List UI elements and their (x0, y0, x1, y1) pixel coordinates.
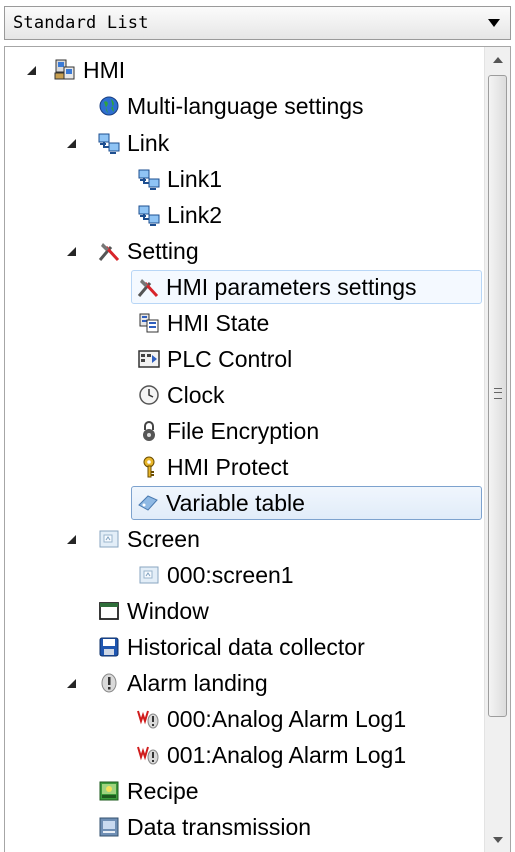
transmission-icon (97, 815, 121, 839)
tree-item-label: Link1 (167, 166, 222, 192)
tree-item-label: HMI State (167, 310, 270, 336)
network-icon (97, 131, 121, 155)
clock-icon (137, 383, 161, 407)
expand-arrow-icon[interactable] (67, 247, 76, 256)
vertical-scrollbar[interactable] (484, 47, 510, 852)
tree-item-alarm-landing[interactable]: Alarm landing (97, 666, 272, 700)
tree-item-plc-control[interactable]: PLC Control (137, 342, 296, 376)
tree-item-setting[interactable]: Setting (97, 234, 203, 268)
tree-item-hmi-state[interactable]: HMI State (137, 306, 273, 340)
lock-icon (137, 419, 161, 443)
tree-item-label: 000:screen1 (167, 562, 294, 588)
scroll-down-button[interactable] (485, 827, 510, 852)
tree-item-link2[interactable]: Link2 (137, 198, 226, 232)
globe-icon (97, 94, 121, 118)
tree-item-label: Variable table (166, 490, 305, 516)
expand-arrow-icon[interactable] (67, 679, 76, 688)
tree-item-file-encryption[interactable]: File Encryption (137, 414, 323, 448)
tree-item-link[interactable]: Link (97, 126, 173, 160)
tree-item-label: Link (127, 130, 170, 156)
arrow-down-icon (492, 837, 503, 843)
tools-icon (136, 275, 160, 299)
scroll-up-button[interactable] (485, 47, 510, 73)
screen-icon (137, 563, 161, 587)
tree-item-label: Multi-language settings (127, 93, 364, 119)
tree-item-window[interactable]: Window (97, 594, 213, 628)
tree-item-data-transmission[interactable]: Data transmission (97, 810, 315, 844)
tree-item-hmi[interactable]: HMI (53, 53, 129, 87)
screen-icon (97, 527, 121, 551)
key-icon (137, 455, 161, 479)
scrollbar-thumb[interactable] (488, 75, 507, 717)
alarm-log-icon (137, 743, 161, 767)
tree-item-recipe[interactable]: Recipe (97, 774, 203, 808)
window-icon (97, 599, 121, 623)
recipe-icon (97, 779, 121, 803)
tree-item-historical-data-collector[interactable]: Historical data collector (97, 630, 369, 664)
tree-item-label: Setting (127, 238, 199, 264)
tools-icon (97, 239, 121, 263)
project-tree[interactable]: HMI Multi-language settings Link Link1 L… (4, 46, 511, 852)
tree-item-label: Recipe (127, 778, 199, 804)
dropdown-label: Standard List (13, 13, 149, 33)
tree-item-label: Historical data collector (127, 634, 365, 660)
alarm-log-icon (137, 707, 161, 731)
list-view-dropdown[interactable]: Standard List (4, 6, 511, 40)
tree-item-variable-table[interactable]: Variable table (131, 486, 482, 520)
tag-icon (136, 491, 160, 515)
tree-item-multi-language[interactable]: Multi-language settings (97, 89, 368, 123)
chevron-down-icon[interactable] (488, 19, 500, 27)
network-icon (137, 167, 161, 191)
tree-item-label: Link2 (167, 202, 222, 228)
arrow-up-icon (492, 57, 503, 63)
tree-item-label: 000:Analog Alarm Log1 (167, 706, 407, 732)
network-icon (137, 203, 161, 227)
tree-item-label: HMI Protect (167, 454, 289, 480)
expand-arrow-icon[interactable] (67, 535, 76, 544)
plc-icon (137, 347, 161, 371)
state-icon (137, 311, 161, 335)
tree-item-label: PLC Control (167, 346, 293, 372)
tree-item-label: Screen (127, 526, 200, 552)
tree-item-label: HMI (83, 57, 126, 83)
tree-item-screen1[interactable]: 000:screen1 (137, 558, 298, 592)
expand-arrow-icon[interactable] (67, 139, 76, 148)
tree-item-alarm-log-001[interactable]: 001:Analog Alarm Log1 (137, 738, 410, 772)
tree-item-label: 001:Analog Alarm Log1 (167, 742, 407, 768)
alarm-icon (97, 671, 121, 695)
tree-item-alarm-log-000[interactable]: 000:Analog Alarm Log1 (137, 702, 410, 736)
tree-item-label: Data transmission (127, 814, 312, 840)
save-icon (97, 635, 121, 659)
tree-item-hmi-protect[interactable]: HMI Protect (137, 450, 292, 484)
expand-arrow-icon[interactable] (27, 66, 36, 75)
hmi-icon (53, 58, 77, 82)
tree-item-label: Alarm landing (127, 670, 268, 696)
tree-item-label: File Encryption (167, 418, 320, 444)
tree-item-clock[interactable]: Clock (137, 378, 229, 412)
tree-item-label: Window (127, 598, 209, 624)
tree-item-hmi-parameters-settings[interactable]: HMI parameters settings (131, 270, 482, 304)
tree-item-link1[interactable]: Link1 (137, 162, 226, 196)
tree-item-label: HMI parameters settings (166, 274, 417, 300)
tree-item-label: Clock (167, 382, 225, 408)
tree-item-screen[interactable]: Screen (97, 522, 204, 556)
grip-icon (494, 388, 502, 399)
